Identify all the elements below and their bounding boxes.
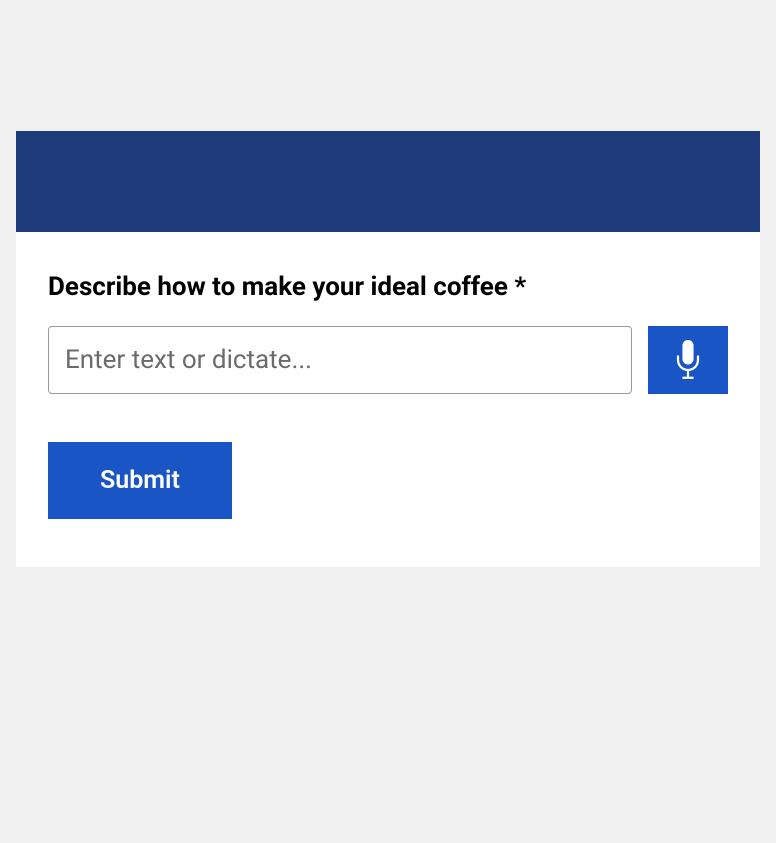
header-bar bbox=[16, 131, 760, 232]
input-row bbox=[48, 326, 728, 394]
submit-button[interactable]: Submit bbox=[48, 442, 232, 519]
microphone-icon bbox=[674, 340, 702, 380]
dictate-button[interactable] bbox=[648, 326, 728, 394]
field-label: Describe how to make your ideal coffee * bbox=[48, 272, 728, 302]
coffee-description-input[interactable] bbox=[48, 326, 632, 394]
form-card: Describe how to make your ideal coffee *… bbox=[16, 131, 760, 567]
form-content: Describe how to make your ideal coffee *… bbox=[16, 232, 760, 567]
